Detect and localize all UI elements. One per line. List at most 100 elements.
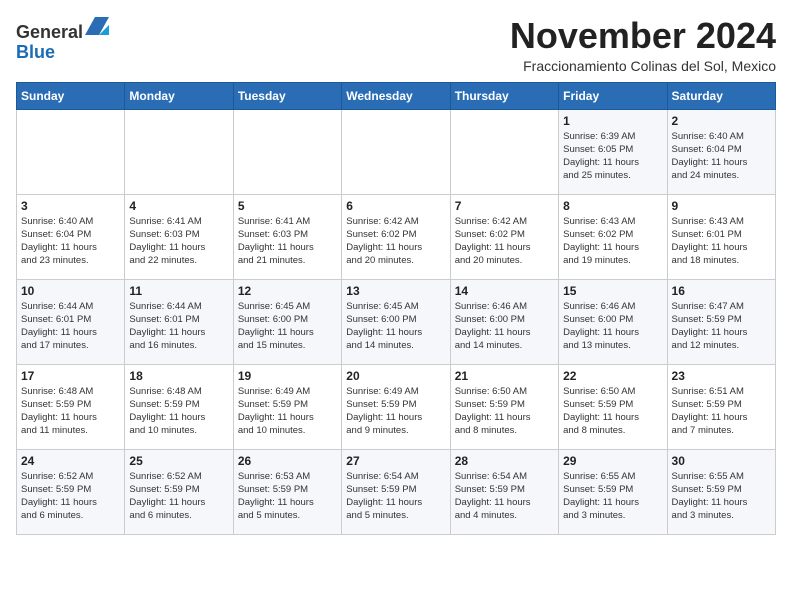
location-subtitle: Fraccionamiento Colinas del Sol, Mexico (510, 58, 776, 74)
day-info: Sunrise: 6:46 AM Sunset: 6:00 PM Dayligh… (563, 300, 662, 353)
month-title: November 2024 (510, 16, 776, 56)
day-number: 25 (129, 454, 228, 468)
day-number: 26 (238, 454, 337, 468)
day-info: Sunrise: 6:50 AM Sunset: 5:59 PM Dayligh… (455, 385, 554, 438)
day-info: Sunrise: 6:40 AM Sunset: 6:04 PM Dayligh… (21, 215, 120, 268)
day-info: Sunrise: 6:43 AM Sunset: 6:02 PM Dayligh… (563, 215, 662, 268)
day-number: 13 (346, 284, 445, 298)
day-of-week-header: Tuesday (233, 82, 341, 109)
calendar-header: SundayMondayTuesdayWednesdayThursdayFrid… (17, 82, 776, 109)
calendar-cell: 21 Sunrise: 6:50 AM Sunset: 5:59 PM Dayli… (450, 364, 558, 449)
day-number: 15 (563, 284, 662, 298)
calendar-cell: 5 Sunrise: 6:41 AM Sunset: 6:03 PM Daylig… (233, 194, 341, 279)
calendar-cell: 2 Sunrise: 6:40 AM Sunset: 6:04 PM Daylig… (667, 109, 775, 194)
day-info: Sunrise: 6:45 AM Sunset: 6:00 PM Dayligh… (238, 300, 337, 353)
day-of-week-header: Thursday (450, 82, 558, 109)
day-info: Sunrise: 6:55 AM Sunset: 5:59 PM Dayligh… (672, 470, 771, 523)
day-info: Sunrise: 6:55 AM Sunset: 5:59 PM Dayligh… (563, 470, 662, 523)
day-number: 24 (21, 454, 120, 468)
calendar-cell: 15 Sunrise: 6:46 AM Sunset: 6:00 PM Dayli… (559, 279, 667, 364)
calendar-cell: 28 Sunrise: 6:54 AM Sunset: 5:59 PM Dayli… (450, 449, 558, 534)
day-number: 12 (238, 284, 337, 298)
day-of-week-header: Saturday (667, 82, 775, 109)
calendar-cell: 29 Sunrise: 6:55 AM Sunset: 5:59 PM Dayli… (559, 449, 667, 534)
calendar-cell: 26 Sunrise: 6:53 AM Sunset: 5:59 PM Dayli… (233, 449, 341, 534)
calendar-cell: 27 Sunrise: 6:54 AM Sunset: 5:59 PM Dayli… (342, 449, 450, 534)
calendar-cell: 30 Sunrise: 6:55 AM Sunset: 5:59 PM Dayli… (667, 449, 775, 534)
day-number: 10 (21, 284, 120, 298)
day-info: Sunrise: 6:43 AM Sunset: 6:01 PM Dayligh… (672, 215, 771, 268)
day-number: 14 (455, 284, 554, 298)
day-info: Sunrise: 6:53 AM Sunset: 5:59 PM Dayligh… (238, 470, 337, 523)
calendar-cell (233, 109, 341, 194)
day-of-week-header: Friday (559, 82, 667, 109)
calendar-cell: 16Sunrise: 6:47 AM Sunset: 5:59 PM Dayli… (667, 279, 775, 364)
day-info: Sunrise: 6:41 AM Sunset: 6:03 PM Dayligh… (238, 215, 337, 268)
day-number: 6 (346, 199, 445, 213)
calendar-cell: 17 Sunrise: 6:48 AM Sunset: 5:59 PM Dayli… (17, 364, 125, 449)
day-number: 3 (21, 199, 120, 213)
day-info: Sunrise: 6:41 AM Sunset: 6:03 PM Dayligh… (129, 215, 228, 268)
day-info: Sunrise: 6:48 AM Sunset: 5:59 PM Dayligh… (21, 385, 120, 438)
title-area: November 2024 Fraccionamiento Colinas de… (510, 16, 776, 74)
calendar-cell: 24 Sunrise: 6:52 AM Sunset: 5:59 PM Dayli… (17, 449, 125, 534)
day-number: 8 (563, 199, 662, 213)
day-number: 9 (672, 199, 771, 213)
calendar-cell: 4 Sunrise: 6:41 AM Sunset: 6:03 PM Daylig… (125, 194, 233, 279)
calendar-cell: 7 Sunrise: 6:42 AM Sunset: 6:02 PM Daylig… (450, 194, 558, 279)
day-info: Sunrise: 6:45 AM Sunset: 6:00 PM Dayligh… (346, 300, 445, 353)
day-number: 7 (455, 199, 554, 213)
day-number: 2 (672, 114, 771, 128)
calendar-cell: 18Sunrise: 6:48 AM Sunset: 5:59 PM Dayli… (125, 364, 233, 449)
calendar-cell: 10 Sunrise: 6:44 AM Sunset: 6:01 PM Dayli… (17, 279, 125, 364)
calendar-cell: 19Sunrise: 6:49 AM Sunset: 5:59 PM Dayli… (233, 364, 341, 449)
day-number: 11 (129, 284, 228, 298)
day-info: Sunrise: 6:52 AM Sunset: 5:59 PM Dayligh… (21, 470, 120, 523)
calendar-cell: 8 Sunrise: 6:43 AM Sunset: 6:02 PM Daylig… (559, 194, 667, 279)
calendar-table: SundayMondayTuesdayWednesdayThursdayFrid… (16, 82, 776, 535)
day-number: 30 (672, 454, 771, 468)
day-info: Sunrise: 6:42 AM Sunset: 6:02 PM Dayligh… (346, 215, 445, 268)
day-info: Sunrise: 6:50 AM Sunset: 5:59 PM Dayligh… (563, 385, 662, 438)
calendar-cell: 1Sunrise: 6:39 AM Sunset: 6:05 PM Daylig… (559, 109, 667, 194)
day-number: 18 (129, 369, 228, 383)
day-number: 19 (238, 369, 337, 383)
day-number: 5 (238, 199, 337, 213)
day-number: 29 (563, 454, 662, 468)
day-info: Sunrise: 6:44 AM Sunset: 6:01 PM Dayligh… (129, 300, 228, 353)
calendar-cell: 22Sunrise: 6:50 AM Sunset: 5:59 PM Dayli… (559, 364, 667, 449)
calendar-cell (125, 109, 233, 194)
calendar-cell: 11 Sunrise: 6:44 AM Sunset: 6:01 PM Dayli… (125, 279, 233, 364)
day-number: 23 (672, 369, 771, 383)
calendar-cell (342, 109, 450, 194)
day-number: 27 (346, 454, 445, 468)
day-number: 28 (455, 454, 554, 468)
calendar-cell: 23 Sunrise: 6:51 AM Sunset: 5:59 PM Dayli… (667, 364, 775, 449)
day-info: Sunrise: 6:42 AM Sunset: 6:02 PM Dayligh… (455, 215, 554, 268)
day-info: Sunrise: 6:54 AM Sunset: 5:59 PM Dayligh… (346, 470, 445, 523)
day-number: 21 (455, 369, 554, 383)
day-of-week-header: Wednesday (342, 82, 450, 109)
calendar-cell: 13 Sunrise: 6:45 AM Sunset: 6:00 PM Dayli… (342, 279, 450, 364)
calendar-cell (450, 109, 558, 194)
calendar-cell: 20Sunrise: 6:49 AM Sunset: 5:59 PM Dayli… (342, 364, 450, 449)
calendar-cell: 6 Sunrise: 6:42 AM Sunset: 6:02 PM Daylig… (342, 194, 450, 279)
day-info: Sunrise: 6:52 AM Sunset: 5:59 PM Dayligh… (129, 470, 228, 523)
day-number: 20 (346, 369, 445, 383)
calendar-cell: 12 Sunrise: 6:45 AM Sunset: 6:00 PM Dayli… (233, 279, 341, 364)
day-number: 4 (129, 199, 228, 213)
day-number: 17 (21, 369, 120, 383)
calendar-cell: 25 Sunrise: 6:52 AM Sunset: 5:59 PM Dayli… (125, 449, 233, 534)
logo-general: General (16, 22, 83, 42)
day-info: Sunrise: 6:40 AM Sunset: 6:04 PM Dayligh… (672, 130, 771, 183)
day-info: Sunrise: 6:51 AM Sunset: 5:59 PM Dayligh… (672, 385, 771, 438)
calendar-cell (17, 109, 125, 194)
calendar-cell: 9 Sunrise: 6:43 AM Sunset: 6:01 PM Daylig… (667, 194, 775, 279)
logo: General Blue (16, 20, 109, 63)
page-header: General Blue November 2024 Fraccionamien… (16, 16, 776, 74)
logo-blue: Blue (16, 42, 55, 62)
day-info: Sunrise: 6:44 AM Sunset: 6:01 PM Dayligh… (21, 300, 120, 353)
day-info: Sunrise: 6:39 AM Sunset: 6:05 PM Dayligh… (563, 130, 662, 183)
day-info: Sunrise: 6:54 AM Sunset: 5:59 PM Dayligh… (455, 470, 554, 523)
day-of-week-header: Monday (125, 82, 233, 109)
